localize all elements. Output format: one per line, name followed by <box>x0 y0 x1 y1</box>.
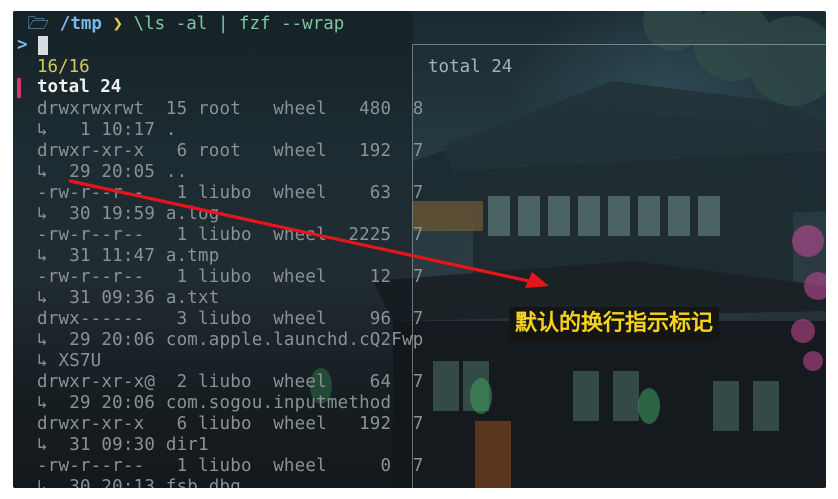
annotation-label: 默认的换行指示标记 <box>509 307 720 341</box>
annotation-arrow <box>68 179 549 288</box>
terminal-window: 🗁 /tmp ❯ \ls -al | fzf --wrap > 16/16 to… <box>13 11 826 488</box>
